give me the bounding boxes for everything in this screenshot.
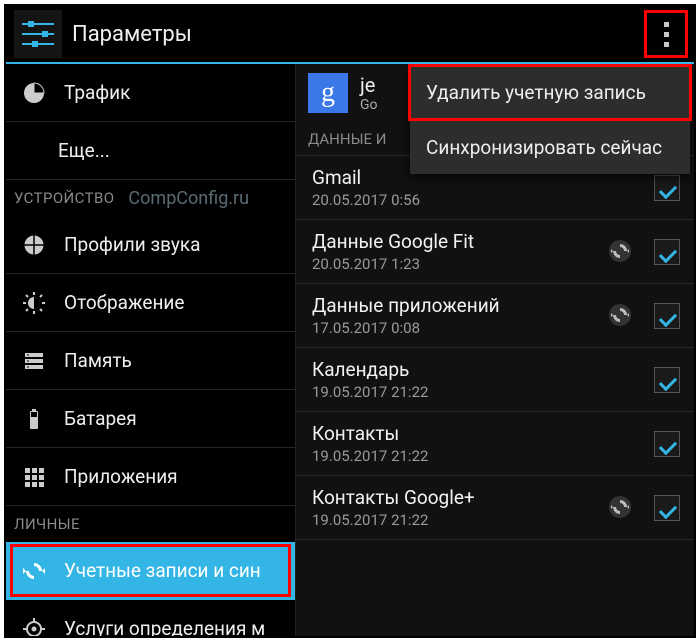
sync-item[interactable]: Контакты Google+ 19.05.2017 21:22 <box>296 476 694 540</box>
sync-item-time: 19.05.2017 21:22 <box>312 511 608 529</box>
menu-item[interactable]: Удалить учетную запись <box>410 66 690 120</box>
sidebar-item[interactable]: Трафик <box>6 64 295 122</box>
sync-item-title: Календарь <box>312 358 654 381</box>
sync-checkbox[interactable] <box>654 175 680 201</box>
brightness-icon <box>22 291 46 315</box>
menu-item[interactable]: Синхронизировать сейчас <box>410 120 690 174</box>
settings-sidebar: Трафик Еще... УСТРОЙСТВОCompConfig.ru Профи… <box>6 64 296 636</box>
sidebar-item[interactable]: Отображение <box>6 274 295 332</box>
sync-checkbox[interactable] <box>654 495 680 521</box>
sync-item-title: Контакты <box>312 422 654 445</box>
sidebar-item[interactable]: Память <box>6 332 295 390</box>
sync-item[interactable]: Календарь 19.05.2017 21:22 <box>296 348 694 412</box>
location-icon <box>22 617 46 637</box>
sync-checkbox[interactable] <box>654 431 680 457</box>
sync-in-progress-icon <box>608 303 634 329</box>
sidebar-item-label: Еще... <box>58 139 110 162</box>
sync-checkbox[interactable] <box>654 367 680 393</box>
screen: Параметры Трафик Еще... УСТРОЙСТВОCompConf… <box>4 4 696 638</box>
sync-item-time: 19.05.2017 21:22 <box>312 447 654 465</box>
sync-item[interactable]: Данные приложений 17.05.2017 0:08 <box>296 284 694 348</box>
sync-item-title: Данные Google Fit <box>312 230 608 253</box>
sidebar-item-label: Учетные записи и син <box>64 559 261 582</box>
sync-item[interactable]: Контакты 19.05.2017 21:22 <box>296 412 694 476</box>
page-title: Параметры <box>72 22 192 47</box>
sidebar-item[interactable]: Учетные записи и син <box>6 542 295 600</box>
sidebar-item-label: Профили звука <box>64 233 200 256</box>
sidebar-item[interactable]: Услуги определения м <box>6 600 295 636</box>
overflow-menu-button[interactable] <box>644 10 688 58</box>
sidebar-item-label: Приложения <box>64 465 178 488</box>
sidebar-section-header: УСТРОЙСТВОCompConfig.ru <box>6 180 295 216</box>
apps-icon <box>22 465 46 489</box>
globe-target-icon <box>22 233 46 257</box>
sidebar-item-label: Память <box>64 349 132 372</box>
sidebar-item[interactable]: Приложения <box>6 448 295 506</box>
sync-item-title: Данные приложений <box>312 294 608 317</box>
sync-item[interactable]: Данные Google Fit 20.05.2017 1:23 <box>296 220 694 284</box>
overflow-menu: Удалить учетную записьСинхронизировать с… <box>410 66 690 174</box>
settings-icon <box>14 10 62 58</box>
sidebar-section-header: ЛИЧНЫЕ <box>6 506 295 542</box>
sidebar-item[interactable]: Профили звука <box>6 216 295 274</box>
sidebar-item-label: Трафик <box>64 81 130 104</box>
sidebar-item-label: Батарея <box>64 407 137 430</box>
battery-icon <box>22 407 46 431</box>
account-name: je <box>360 73 378 97</box>
sync-checkbox[interactable] <box>654 303 680 329</box>
action-bar: Параметры <box>6 6 694 64</box>
sync-in-progress-icon <box>608 239 634 265</box>
google-badge-icon: g <box>308 73 348 113</box>
account-provider: Go <box>360 97 378 113</box>
sync-item-time: 19.05.2017 21:22 <box>312 383 654 401</box>
sidebar-item[interactable]: Еще... <box>6 122 295 180</box>
content-pane: g je Go ДАННЫЕ И Gmail20.05.2017 0:56Дан… <box>296 64 694 636</box>
sidebar-item-label: Отображение <box>64 291 184 314</box>
storage-icon <box>22 349 46 373</box>
sync-in-progress-icon <box>608 495 634 521</box>
sync-icon <box>22 559 46 583</box>
sync-checkbox[interactable] <box>654 239 680 265</box>
sync-item-time: 20.05.2017 0:56 <box>312 191 654 209</box>
sidebar-item-label: Услуги определения м <box>64 617 265 636</box>
sync-item-time: 17.05.2017 0:08 <box>312 319 608 337</box>
sidebar-item[interactable]: Батарея <box>6 390 295 448</box>
sync-item-time: 20.05.2017 1:23 <box>312 255 608 273</box>
pie-icon <box>22 81 46 105</box>
watermark: CompConfig.ru <box>128 188 249 209</box>
sync-item-title: Контакты Google+ <box>312 486 608 509</box>
